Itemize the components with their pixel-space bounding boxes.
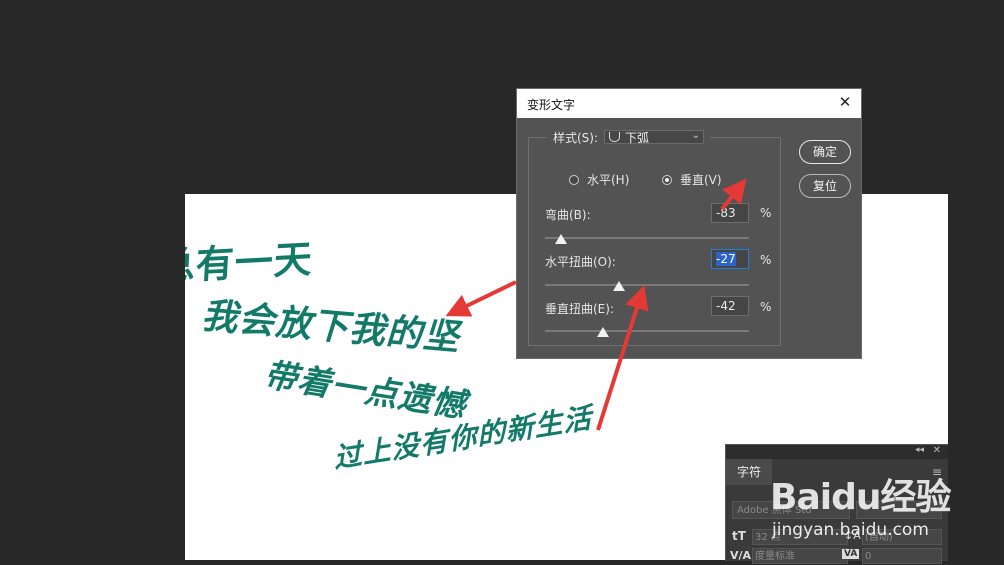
reset-button[interactable]: 复位 — [799, 174, 851, 198]
leading-field[interactable]: (自动) — [862, 529, 942, 545]
panel-menu-icon[interactable]: ≡ — [932, 465, 942, 479]
kerning-field[interactable]: 度量标准 — [752, 548, 848, 564]
h-distort-slider-thumb[interactable] — [613, 281, 625, 291]
vertical-option[interactable]: 垂直(V) — [662, 171, 722, 188]
horizontal-radio[interactable] — [569, 174, 579, 185]
h-distort-slider-track[interactable] — [545, 284, 749, 286]
warped-text-line-1: 总有一天 — [185, 236, 314, 290]
vertical-label: 垂直(V) — [680, 173, 722, 187]
v-distort-slider-track[interactable] — [545, 330, 749, 332]
chevron-down-icon: ⌄ — [691, 130, 701, 141]
tracking-icon: VA — [842, 549, 860, 559]
ok-button[interactable]: 确定 — [799, 140, 851, 164]
v-distort-slider-thumb[interactable] — [597, 327, 609, 337]
v-distort-label: 垂直扭曲(E): — [545, 302, 614, 316]
style-label: 样式(S): — [553, 130, 599, 145]
v-distort-unit: % — [760, 300, 772, 314]
h-distort-unit: % — [760, 253, 772, 267]
dialog-title: 变形文字 — [527, 98, 576, 112]
warp-text-dialog: 变形文字 ✕ 样式(S): 下弧 ⌄ 水平(H) 垂直(V) 弯曲(B): -8… — [516, 88, 862, 359]
leading-icon: ↕A — [844, 529, 861, 542]
font-size-field[interactable]: 32 点 — [752, 529, 848, 545]
dialog-titlebar: 变形文字 ✕ — [517, 89, 861, 118]
tab-character[interactable]: 字符 — [726, 459, 772, 485]
font-style-field[interactable] — [856, 501, 942, 519]
style-select[interactable]: 下弧 ⌄ — [604, 130, 705, 145]
horizontal-label: 水平(H) — [587, 173, 630, 187]
style-row: 样式(S): 下弧 ⌄ — [547, 129, 711, 145]
panel-close-icon[interactable]: ✕ — [933, 445, 941, 456]
h-distort-value-field[interactable]: -27 — [711, 249, 749, 269]
bend-slider-track[interactable] — [545, 237, 749, 239]
h-distort-label: 水平扭曲(O): — [545, 255, 616, 269]
bend-label: 弯曲(B): — [545, 208, 591, 222]
close-icon[interactable]: ✕ — [837, 93, 853, 111]
v-distort-value-field[interactable]: -42 — [711, 296, 749, 316]
warped-text-line-2: 我会放下我的坚 — [198, 296, 469, 359]
bend-unit: % — [760, 206, 772, 220]
bend-slider-thumb[interactable] — [555, 234, 567, 244]
font-family-field[interactable]: Adobe 黑体 Std — [732, 501, 850, 519]
tracking-field[interactable]: 0 — [862, 548, 942, 564]
horizontal-option[interactable]: 水平(H) — [569, 171, 629, 188]
font-size-icon: tT — [732, 529, 746, 543]
vertical-radio[interactable] — [662, 174, 672, 185]
arc-lower-icon — [609, 132, 621, 142]
panel-header: ◂◂ ✕ — [726, 445, 948, 459]
bend-value-field[interactable]: -83 — [711, 203, 749, 223]
collapse-icon[interactable]: ◂◂ — [915, 445, 924, 455]
style-value: 下弧 — [625, 130, 650, 145]
character-panel: ◂◂ ✕ 字符 ≡ Adobe 黑体 Std tT 32 点 ↕A (自动) V… — [725, 444, 948, 564]
warped-text-line-3: 带着一点遗憾 — [259, 355, 477, 425]
kerning-icon: V/A — [730, 549, 752, 562]
